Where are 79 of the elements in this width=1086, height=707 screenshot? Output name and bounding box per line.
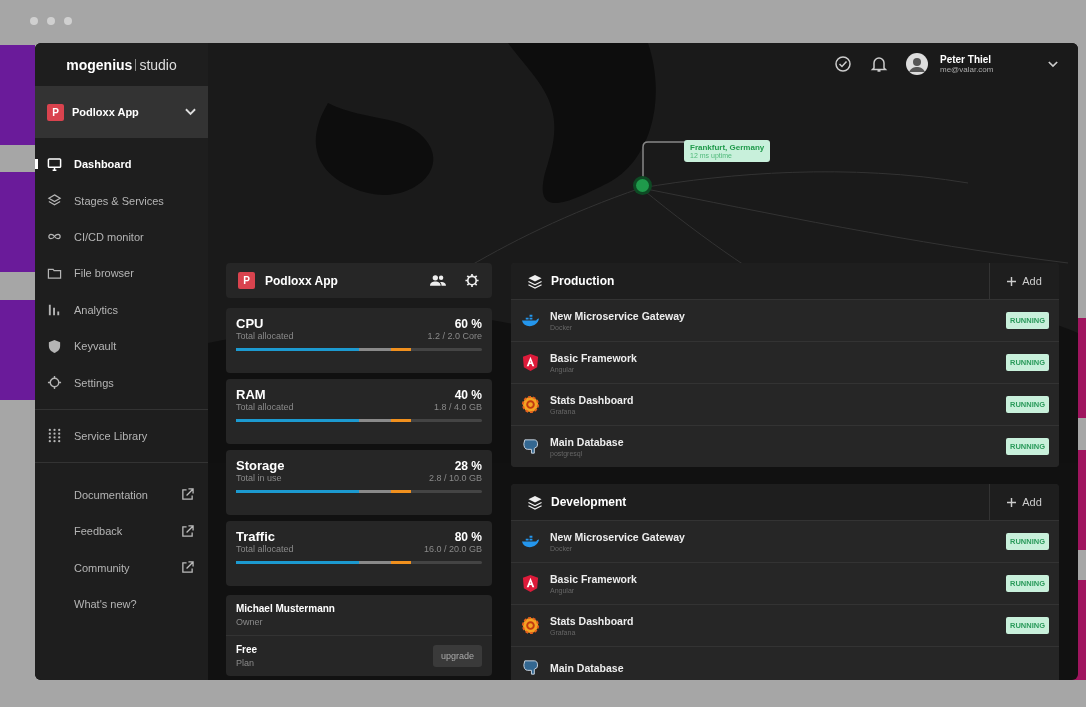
nav-item[interactable]: Keyvault — [35, 327, 208, 365]
angular-shield-icon — [521, 574, 540, 593]
angular-shield-icon — [521, 353, 540, 372]
metric-reading: 16.0 / 20.0 GB — [423, 544, 482, 554]
metric-percent: 60 % — [454, 317, 482, 331]
service-name: New Microservice Gateway — [550, 310, 686, 322]
user-email: me@valar.com — [940, 65, 995, 74]
service-name: Main Database — [550, 661, 625, 674]
brand-logo: mogenius — [66, 56, 133, 73]
swirl-gear-icon — [521, 395, 540, 414]
location-pin — [636, 179, 649, 192]
chevron-down-icon — [185, 108, 196, 116]
plus-icon — [1007, 276, 1017, 286]
layers-icon — [527, 494, 543, 510]
service-library-link[interactable]: Service Library — [35, 417, 208, 454]
upgrade-button[interactable]: upgrade — [432, 645, 482, 667]
project-name: Podloxx App — [265, 273, 339, 288]
service-name: Basic Framework — [550, 352, 638, 364]
metric-name: Traffic — [236, 529, 275, 544]
plan-caption: Plan — [236, 658, 255, 668]
sidebar-link[interactable]: What's new? — [35, 585, 208, 623]
stage-name: Development — [551, 495, 628, 509]
metric-caption: Total in use — [236, 473, 282, 483]
check-circle-icon[interactable] — [834, 55, 852, 73]
metric-caption: Total allocated — [236, 402, 294, 412]
metric-percent: 80 % — [454, 530, 482, 544]
owner-role: Owner — [236, 617, 264, 627]
service-name: Stats Dashboard — [550, 394, 635, 406]
external-link-icon — [181, 524, 194, 538]
layers-icon — [527, 273, 543, 289]
nav-item[interactable]: Settings — [35, 364, 208, 401]
external-link-icon — [181, 561, 194, 575]
plus-icon — [1007, 497, 1017, 507]
grid-dots-icon — [47, 428, 62, 444]
settings-icon[interactable] — [464, 273, 480, 288]
metric-reading: 1.8 / 4.0 GB — [433, 402, 482, 412]
metric-name: Storage — [236, 458, 285, 473]
bar-chart-icon — [47, 302, 62, 318]
avatar-icon — [906, 53, 928, 75]
swirl-gear-icon — [521, 616, 540, 635]
service-name: New Microservice Gateway — [550, 531, 686, 543]
metric-reading: 1.2 / 2.0 Core — [427, 331, 482, 341]
sidebar-link[interactable]: Community — [35, 549, 208, 586]
metric-caption: Total allocated — [236, 331, 294, 341]
external-link-icon — [181, 488, 194, 502]
metric-caption: Total allocated — [236, 544, 294, 554]
elephant-icon — [521, 658, 540, 677]
sidebar-link[interactable]: Documentation — [35, 476, 208, 514]
service-name: Main Database — [550, 436, 625, 448]
nav-item[interactable]: Stages & Services — [35, 182, 208, 219]
nav-item[interactable]: Analytics — [35, 291, 208, 328]
shield-icon — [47, 338, 62, 354]
stage-name: Production — [551, 274, 616, 288]
bell-icon[interactable] — [870, 55, 888, 73]
metric-reading: 2.8 / 10.0 GB — [428, 473, 482, 483]
metric-percent: 40 % — [454, 388, 482, 402]
users-icon[interactable] — [430, 273, 446, 288]
window-dots-icon — [29, 16, 73, 26]
nav-item[interactable]: Dashboard — [35, 146, 208, 183]
project-avatar: P — [47, 103, 64, 121]
settings-icon — [47, 375, 62, 391]
service-name: Stats Dashboard — [550, 615, 635, 627]
elephant-icon — [521, 437, 540, 456]
plan-name: Free — [236, 644, 258, 655]
metric-percent: 28 % — [454, 459, 482, 473]
monitor-icon — [47, 156, 62, 172]
nav-item[interactable]: CI/CD monitor — [35, 218, 208, 256]
metric-name: CPU — [236, 316, 264, 331]
owner-name: Michael Mustermann — [236, 603, 336, 614]
brand-product: studio — [139, 56, 177, 73]
location-name: Frankfurt, Germany — [690, 143, 765, 152]
metric-name: RAM — [236, 387, 266, 402]
user-name: Peter Thiel — [940, 54, 993, 65]
sidebar-link[interactable]: Feedback — [35, 513, 208, 550]
service-name: Basic Framework — [550, 573, 638, 585]
project-selector[interactable]: P Podloxx App — [35, 86, 208, 138]
nav-item[interactable]: File browser — [35, 255, 208, 292]
project-avatar: P — [238, 272, 255, 289]
chevron-down-icon[interactable] — [1048, 60, 1058, 68]
